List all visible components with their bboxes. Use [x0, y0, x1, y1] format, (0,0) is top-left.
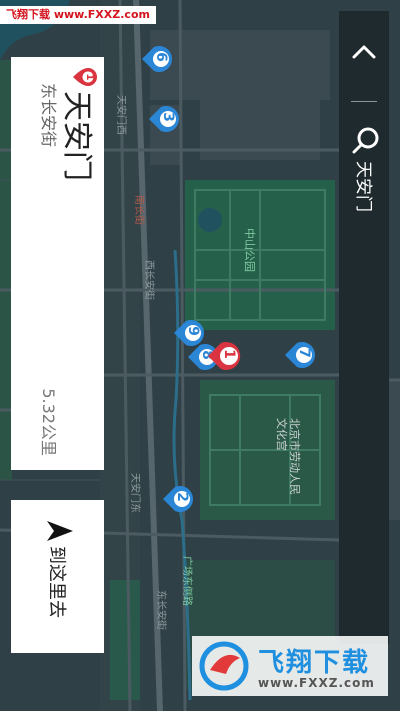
place-distance: 5.32公里: [39, 388, 58, 456]
marker-number: 6: [153, 52, 169, 62]
map-label-dong-changan: 东长安街: [155, 590, 166, 630]
place-address: 东长安街: [39, 83, 58, 148]
marker-number: 9: [185, 326, 201, 336]
place-info-card[interactable]: 1 天安门 东长安街 5.32公里: [11, 57, 104, 470]
search-divider: [351, 101, 377, 102]
navigation-arrow-icon: [47, 521, 73, 541]
map-label-tiananmen-east: 天安门东: [129, 473, 140, 513]
map-label-zhongshan-park: 中山公园: [243, 228, 256, 272]
place-pin-number: 1: [84, 73, 95, 81]
search-query[interactable]: 天安门: [353, 161, 378, 212]
map-label-culture-palace: 北京市劳动人民文化宫: [275, 418, 301, 495]
marker-number: 2: [174, 492, 190, 502]
search-bar[interactable]: 天安门: [339, 11, 389, 644]
search-icon: [352, 127, 379, 154]
place-title: 天安门: [59, 91, 94, 181]
map-marker-2[interactable]: 2: [161, 484, 197, 518]
marker-number: 7: [296, 348, 312, 358]
logo-url: www.FXXZ.com: [258, 676, 375, 690]
marker-number: 1: [221, 349, 237, 359]
map-marker-6[interactable]: 6: [140, 44, 176, 78]
navigate-here-button[interactable]: 到这里去: [11, 500, 104, 653]
marker-number: 3: [160, 112, 176, 122]
map-label-tiananmen-west: 天安门西: [115, 95, 126, 135]
map-label-xi-changan: 西长安街: [143, 260, 154, 300]
logo-name: 飞翔下载: [258, 648, 371, 678]
navigate-here-label: 到这里去: [46, 546, 67, 618]
watermark-banner: 飞翔下载 www.FXXZ.com: [0, 6, 156, 24]
logo-icon: [199, 641, 249, 691]
map-label-nanchang: 南长街: [133, 195, 144, 225]
chevron-back-icon[interactable]: [349, 37, 379, 67]
map-label-guangchang: 广场东侧路: [181, 556, 192, 606]
map-marker-7[interactable]: 7: [283, 340, 319, 374]
map-marker-1[interactable]: 1: [206, 340, 246, 376]
site-logo-watermark: 飞翔下载 www.FXXZ.com: [192, 636, 388, 696]
map-marker-3[interactable]: 3: [147, 104, 183, 138]
